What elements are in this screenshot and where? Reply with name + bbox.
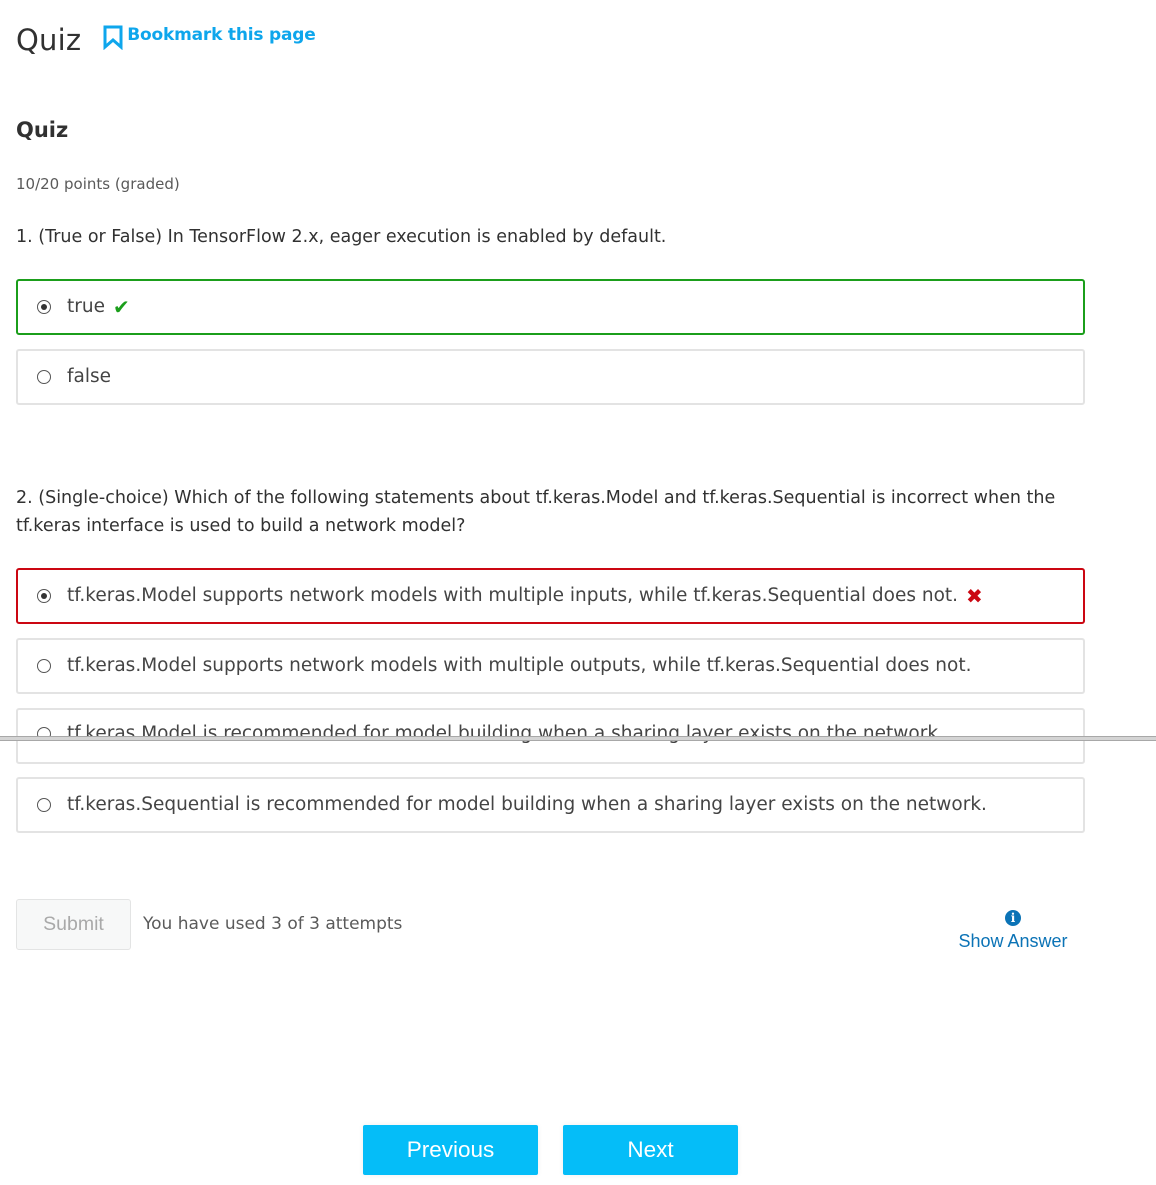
cross-icon: ✖ xyxy=(966,584,983,608)
submit-button[interactable]: Submit xyxy=(16,899,131,950)
previous-button[interactable]: Previous xyxy=(363,1125,538,1175)
option-label: tf.keras.Model is recommended for model … xyxy=(67,723,944,744)
question-1-option-false[interactable]: false xyxy=(16,349,1085,405)
bookmark-button[interactable]: Bookmark this page xyxy=(101,25,316,50)
screenshot-seam-divider xyxy=(0,736,1156,741)
radio-button-selected[interactable] xyxy=(37,300,51,314)
show-answer-button[interactable]: i Show Answer xyxy=(950,910,1076,952)
radio-button[interactable] xyxy=(37,798,51,812)
radio-button-selected[interactable] xyxy=(37,589,51,603)
page-title: Quiz xyxy=(16,23,82,57)
page-header: Quiz Bookmark this page xyxy=(16,20,316,60)
show-answer-label: Show Answer xyxy=(958,931,1068,951)
question-1-text: 1. (True or False) In TensorFlow 2.x, ea… xyxy=(16,227,667,247)
bookmark-icon xyxy=(103,25,123,50)
bookmark-label: Bookmark this page xyxy=(127,25,316,45)
option-label: tf.keras.Model supports network models w… xyxy=(67,585,959,606)
option-label: true xyxy=(67,296,105,317)
option-label: tf.keras.Model supports network models w… xyxy=(67,655,972,676)
points-status: 10/20 points (graded) xyxy=(16,175,180,193)
radio-button[interactable] xyxy=(37,659,51,673)
question-2-option-2[interactable]: tf.keras.Model supports network models w… xyxy=(16,638,1085,694)
checkmark-icon: ✔ xyxy=(112,295,130,319)
section-title: Quiz xyxy=(16,118,69,142)
info-icon: i xyxy=(1005,910,1021,926)
question-2-option-4[interactable]: tf.keras.Sequential is recommended for m… xyxy=(16,777,1085,833)
question-2-text: 2. (Single-choice) Which of the followin… xyxy=(16,488,1056,536)
attempts-status: You have used 3 of 3 attempts xyxy=(143,914,403,934)
next-button[interactable]: Next xyxy=(563,1125,738,1175)
question-2-option-1[interactable]: tf.keras.Model supports network models w… xyxy=(16,568,1085,624)
radio-button[interactable] xyxy=(37,370,51,384)
option-label: false xyxy=(67,366,112,387)
option-label: tf.keras.Sequential is recommended for m… xyxy=(67,794,987,815)
question-1-option-true[interactable]: true ✔ xyxy=(16,279,1085,335)
